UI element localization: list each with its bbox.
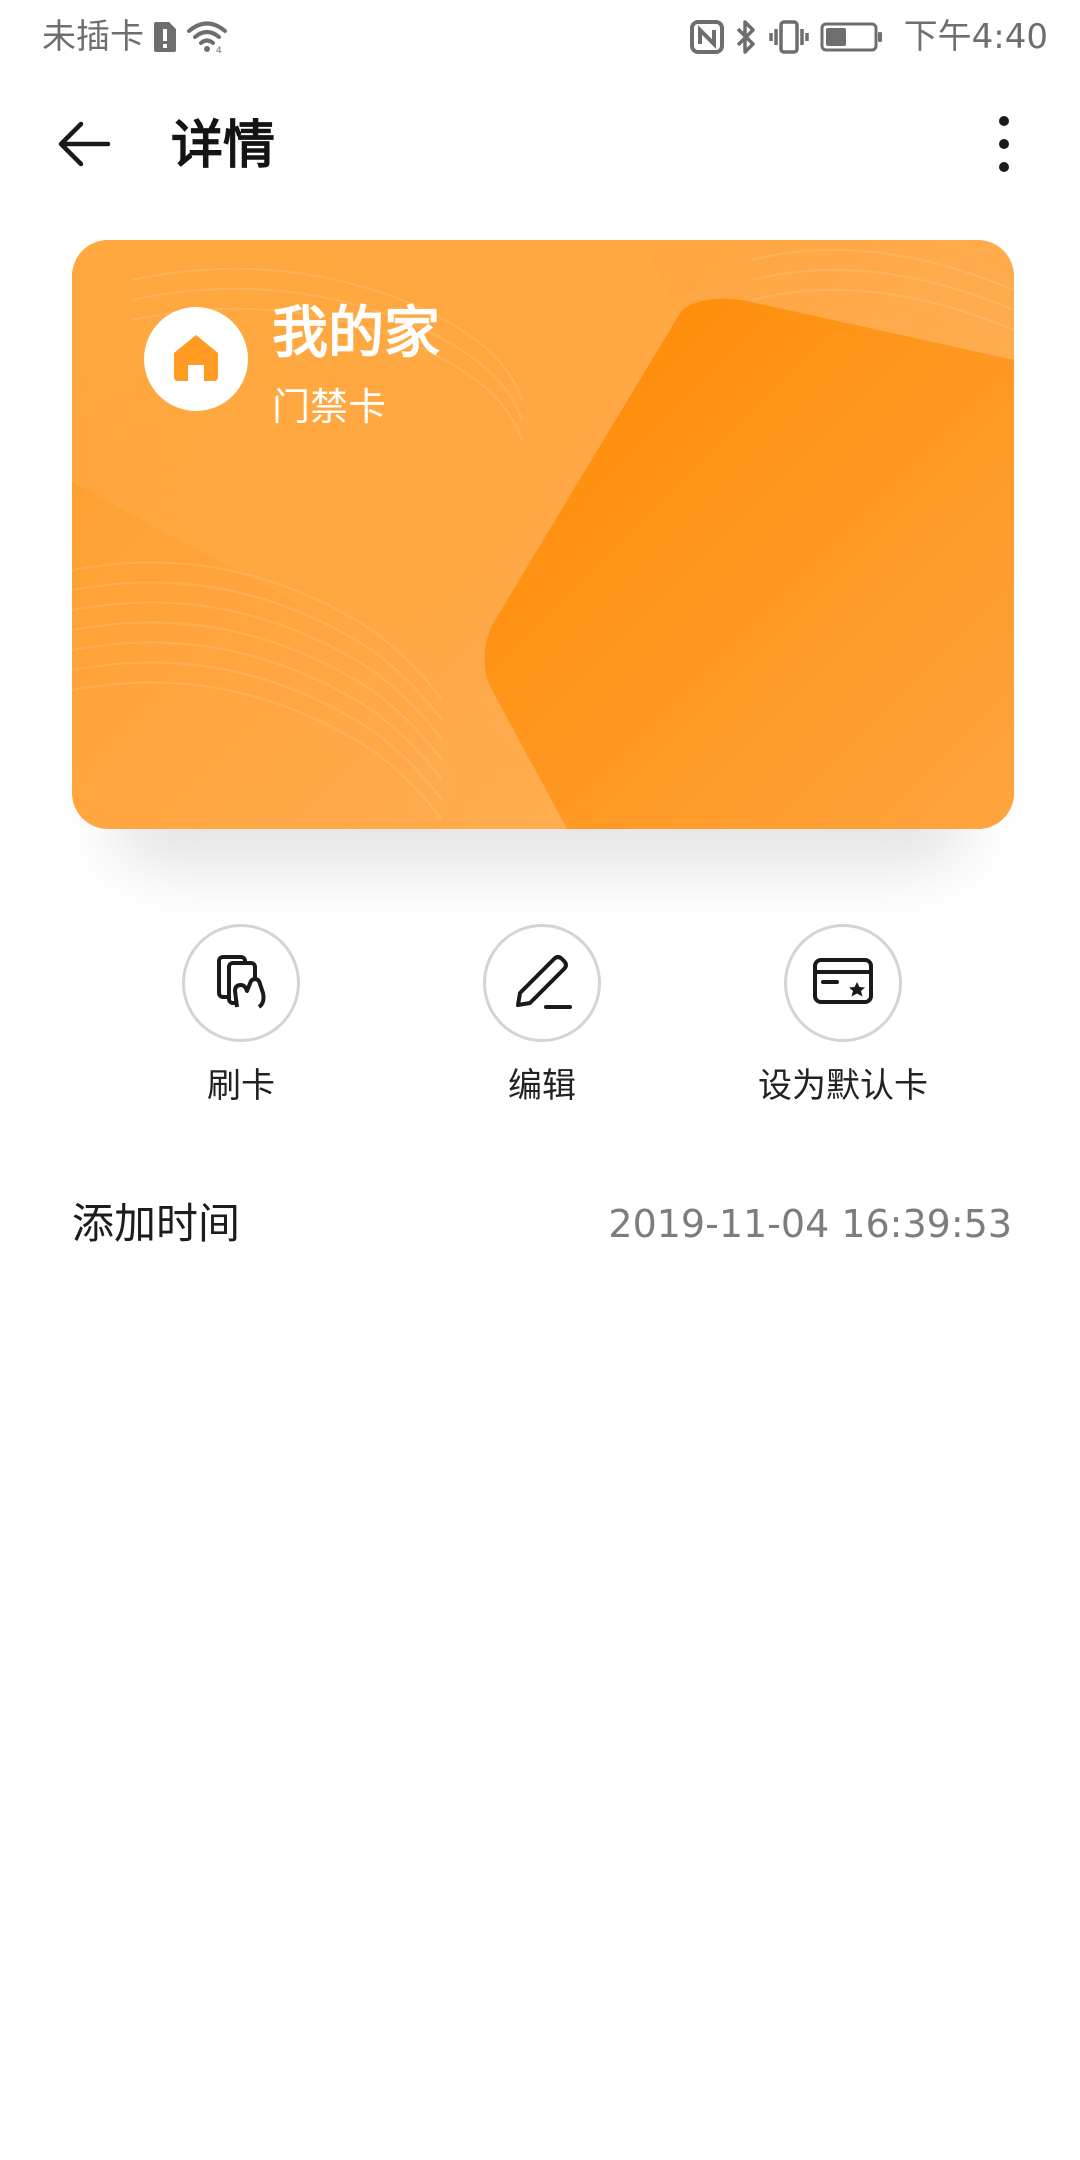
set-default-action[interactable]: 设为默认卡 (693, 924, 993, 1108)
card-logo (144, 307, 248, 411)
status-bar-left: 未插卡 4 (42, 14, 228, 60)
card-type: 门禁卡 (272, 385, 387, 429)
swipe-card-button[interactable] (182, 924, 300, 1042)
swipe-card-icon (211, 951, 271, 1015)
card-name: 我的家 (272, 301, 440, 366)
added-time-value: 2019-11-04 16:39:53 (608, 1202, 1012, 1246)
status-bar-right: 下午4:40 (689, 14, 1048, 60)
home-icon (168, 329, 224, 389)
app-bar: 详情 (0, 96, 1080, 196)
access-card[interactable]: 我的家 门禁卡 (72, 240, 1014, 829)
swipe-card-action[interactable]: 刷卡 (91, 924, 391, 1108)
added-time-label: 添加时间 (72, 1199, 241, 1248)
svg-text:4: 4 (216, 46, 222, 54)
vibrate-icon (768, 19, 810, 55)
clock-text: 下午4:40 (903, 17, 1048, 57)
card-actions: 刷卡 编辑 设为默认卡 (0, 924, 1080, 1124)
wifi-icon: 4 (186, 20, 228, 54)
sim-alert-icon (152, 20, 178, 54)
arrow-left-icon (54, 114, 114, 178)
swipe-card-label: 刷卡 (207, 1066, 275, 1106)
bluetooth-icon (734, 19, 758, 55)
battery-icon (820, 21, 884, 53)
card-star-icon (811, 954, 875, 1012)
set-default-button[interactable] (784, 924, 902, 1042)
more-options-button[interactable] (968, 110, 1040, 182)
nfc-icon (689, 20, 724, 54)
carrier-text: 未插卡 (42, 17, 144, 57)
set-default-label: 设为默认卡 (758, 1066, 928, 1106)
back-button[interactable] (48, 110, 120, 182)
pencil-icon (510, 949, 574, 1017)
status-bar: 未插卡 4 下午4:40 (0, 0, 1080, 78)
more-vertical-icon (994, 113, 1014, 179)
edit-button[interactable] (483, 924, 601, 1042)
added-time-row: 添加时间 2019-11-04 16:39:53 (72, 1190, 1012, 1260)
edit-action[interactable]: 编辑 (392, 924, 692, 1108)
edit-label: 编辑 (508, 1066, 576, 1106)
page-title: 详情 (171, 116, 276, 176)
